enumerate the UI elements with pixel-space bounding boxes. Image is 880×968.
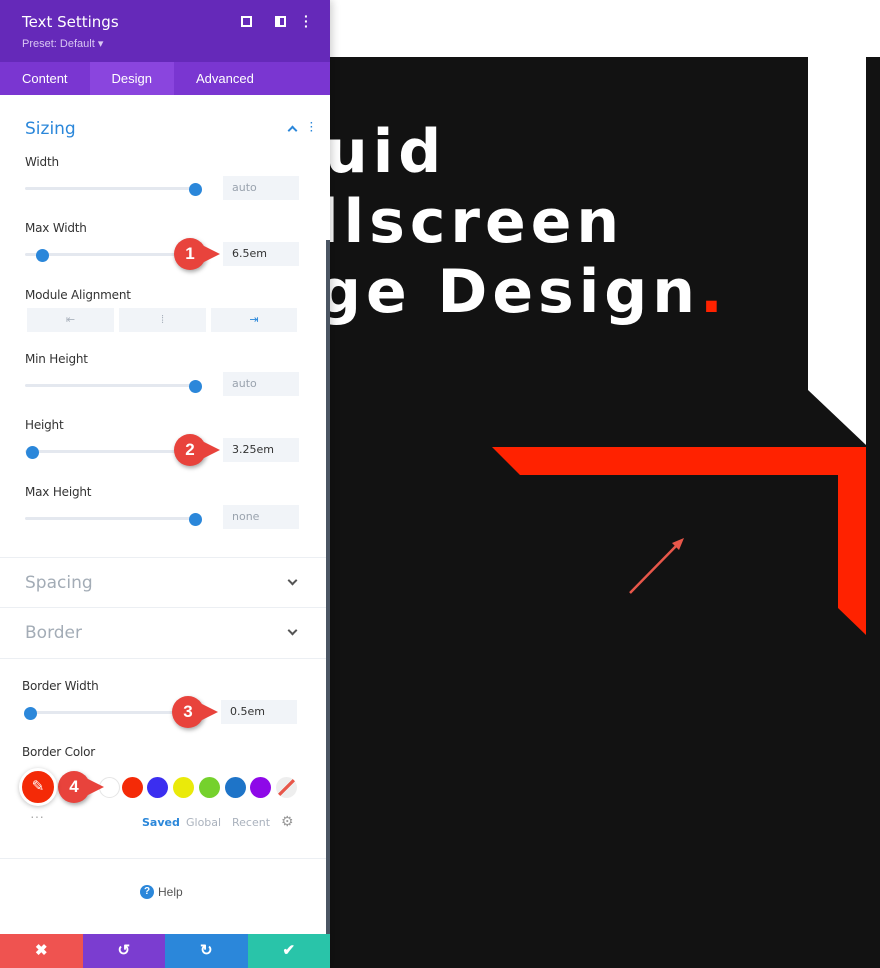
height-slider[interactable] [25, 446, 195, 459]
saved-colors-tab[interactable]: Saved [142, 816, 180, 829]
swatch-none[interactable] [276, 777, 297, 798]
expand-border-icon[interactable] [287, 625, 298, 636]
border-width-label: Border Width [22, 679, 99, 693]
fullscreen-icon[interactable] [241, 16, 252, 27]
save-button[interactable]: ✔ [247, 934, 330, 968]
border-width-slider[interactable] [24, 707, 195, 720]
heading-line-3: ge Design. [318, 262, 728, 322]
tab-advanced[interactable]: Advanced [174, 62, 276, 95]
divider [0, 607, 326, 608]
align-right-button[interactable]: ⇥ [211, 308, 297, 332]
section-options-icon[interactable]: · · · [310, 119, 313, 137]
panel-tabs: Content Design Advanced [0, 62, 330, 95]
sizing-section-title[interactable]: Sizing [25, 119, 76, 139]
swatch-green[interactable] [199, 777, 220, 798]
min-height-slider-thumb[interactable] [189, 380, 202, 393]
divider [0, 557, 326, 558]
collapse-icon[interactable] [287, 125, 298, 136]
callout-badge-1: 1 [174, 238, 220, 270]
callout-badge-2: 2 [174, 434, 220, 466]
max-width-slider-thumb[interactable] [36, 249, 49, 262]
swatch-dark-blue[interactable] [225, 777, 246, 798]
align-center-button[interactable]: ⁞ [119, 308, 206, 332]
color-picker-eyedropper-icon[interactable]: ✎ [19, 768, 57, 806]
panel-scrollbar[interactable] [326, 240, 330, 934]
min-height-slider[interactable] [25, 380, 202, 393]
width-slider-thumb[interactable] [189, 183, 202, 196]
more-colors-icon[interactable]: ··· [30, 808, 44, 824]
max-width-label: Max Width [25, 221, 87, 235]
max-width-slider[interactable] [25, 249, 195, 262]
border-section-title[interactable]: Border [25, 623, 82, 643]
sidebar-toggle-icon[interactable] [275, 16, 286, 27]
more-options-icon[interactable]: · · · [304, 9, 309, 33]
white-column [808, 0, 866, 445]
height-input[interactable]: 3.25em [223, 438, 299, 462]
max-height-label: Max Height [25, 485, 92, 499]
white-top [330, 0, 866, 57]
width-label: Width [25, 155, 59, 169]
swatch-blue[interactable] [147, 777, 168, 798]
callout-badge-3: 3 [172, 696, 218, 728]
heading-line-3-text: ge Design [318, 257, 700, 327]
text-settings-panel: Text Settings Preset: Default ▾ · · · Cont… [0, 0, 330, 968]
spacing-section-title[interactable]: Spacing [25, 573, 93, 593]
cancel-button[interactable]: ✖ [0, 934, 83, 968]
max-height-slider[interactable] [25, 513, 202, 526]
width-input[interactable]: auto [223, 176, 299, 200]
align-left-button[interactable]: ⇤ [27, 308, 114, 332]
border-color-label: Border Color [22, 745, 95, 759]
border-width-input[interactable]: 0.5em [221, 700, 297, 724]
heading-line-2: llscreen [318, 187, 625, 257]
swatch-purple[interactable] [250, 777, 271, 798]
panel-title: Text Settings [22, 13, 119, 31]
tab-design[interactable]: Design [89, 62, 175, 95]
min-height-label: Min Height [25, 352, 88, 366]
max-height-slider-thumb[interactable] [189, 513, 202, 526]
heading-accent-dot: . [699, 257, 728, 327]
height-label: Height [25, 418, 64, 432]
callout-badge-4: 4 [58, 771, 104, 803]
expand-spacing-icon[interactable] [287, 575, 298, 586]
swatch-yellow[interactable] [173, 777, 194, 798]
divider [0, 658, 326, 659]
max-width-input[interactable]: 6.5em [223, 242, 299, 266]
max-height-input[interactable]: none [223, 505, 299, 529]
panel-header: Text Settings Preset: Default ▾ · · · [0, 0, 330, 62]
swatch-red[interactable] [122, 777, 143, 798]
width-slider[interactable] [25, 183, 202, 196]
height-slider-thumb[interactable] [25, 446, 39, 459]
preset-dropdown[interactable]: Preset: Default ▾ [22, 37, 103, 50]
min-height-input[interactable]: auto [223, 372, 299, 396]
border-width-slider-thumb[interactable] [24, 707, 38, 720]
undo-button[interactable]: ↺ [82, 934, 165, 968]
module-alignment-label: Module Alignment [25, 288, 131, 302]
help-link[interactable]: Help [158, 885, 183, 899]
recent-colors-tab[interactable]: Recent [232, 816, 270, 829]
divider [0, 858, 326, 859]
heading-line-1: uid [325, 117, 447, 187]
help-icon[interactable]: ? [140, 885, 154, 899]
global-colors-tab[interactable]: Global [186, 816, 221, 829]
tab-content[interactable]: Content [0, 62, 90, 95]
gear-icon[interactable]: ⚙ [281, 813, 294, 830]
redo-button[interactable]: ↻ [165, 934, 248, 968]
